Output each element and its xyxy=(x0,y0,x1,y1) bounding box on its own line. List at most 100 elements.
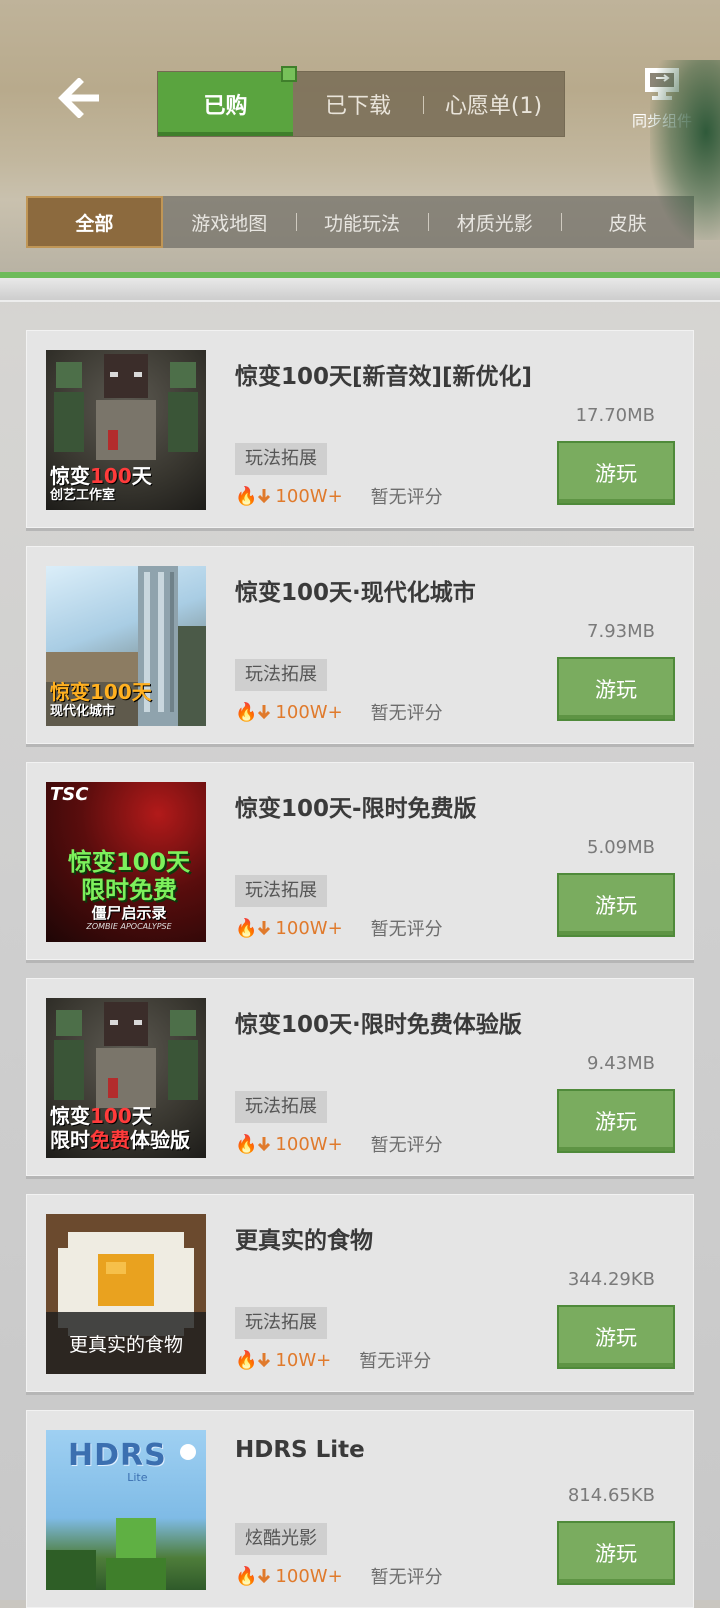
item-stats: 🔥 100W+ 暂无评分 xyxy=(235,1563,443,1589)
item-title: HDRS Lite xyxy=(235,1437,365,1463)
category-tab-textures[interactable]: 材质光影 xyxy=(428,196,561,248)
download-count: 100W+ xyxy=(275,917,343,939)
play-button[interactable]: 游玩 xyxy=(557,1089,675,1153)
thumbnail-caption: 惊变100天 限时免费体验版 xyxy=(50,1104,190,1152)
download-arrow-icon xyxy=(258,1569,271,1584)
item-category-tag: 玩法拓展 xyxy=(235,875,327,907)
thumbnail-brand: TSC xyxy=(50,784,89,805)
download-count: 100W+ xyxy=(275,701,343,723)
tab-divider xyxy=(428,213,430,231)
rating-text: 暂无评分 xyxy=(370,487,443,508)
item-title: 惊变100天·限时免费体验版 xyxy=(235,1012,522,1038)
category-tab-label: 材质光影 xyxy=(456,212,533,235)
category-tab-gameplay[interactable]: 功能玩法 xyxy=(295,196,429,248)
item-stats: 🔥 100W+ 暂无评分 xyxy=(235,1131,443,1157)
rating-text: 暂无评分 xyxy=(370,919,443,940)
item-category-tag: 玩法拓展 xyxy=(235,1091,327,1123)
tab-divider xyxy=(295,213,297,231)
item-file-size: 17.70MB xyxy=(575,405,655,426)
rating-text: 暂无评分 xyxy=(370,703,443,724)
header-divider xyxy=(0,278,720,302)
category-tab-label: 游戏地图 xyxy=(191,212,268,235)
item-category-tag: 玩法拓展 xyxy=(235,443,327,475)
sync-components-button[interactable]: 同步组件 xyxy=(622,66,702,132)
category-tab-label: 功能玩法 xyxy=(323,212,400,235)
play-button[interactable]: 游玩 xyxy=(557,873,675,937)
item-category-tag: 玩法拓展 xyxy=(235,1307,327,1339)
sync-components-label: 同步组件 xyxy=(631,112,692,130)
play-button[interactable]: 游玩 xyxy=(557,1305,675,1369)
download-count: 100W+ xyxy=(275,1133,343,1155)
thumbnail-caption: 更真实的食物 xyxy=(68,1333,183,1356)
rating-text: 暂无评分 xyxy=(370,1567,443,1588)
category-tab-label: 皮肤 xyxy=(608,212,647,235)
fire-icon: 🔥 xyxy=(235,1349,258,1371)
back-button[interactable] xyxy=(50,70,110,126)
item-title: 惊变100天-限时免费版 xyxy=(235,796,477,822)
list-item[interactable]: 更真实的食物 更真实的食物 344.29KB 玩法拓展 🔥 10W+ 暂无评分 … xyxy=(26,1194,694,1392)
item-thumbnail: 惊变100天 创艺工作室 xyxy=(46,350,206,510)
download-arrow-icon xyxy=(258,705,271,720)
tab-divider xyxy=(423,96,424,114)
download-arrow-icon xyxy=(258,489,271,504)
tab-purchased-label: 已购 xyxy=(203,94,248,119)
fire-icon: 🔥 xyxy=(235,917,258,939)
tab-divider xyxy=(561,213,563,231)
item-thumbnail: 惊变100天 现代化城市 xyxy=(46,566,206,726)
rating-text: 暂无评分 xyxy=(370,1135,443,1156)
download-arrow-icon xyxy=(258,1353,271,1368)
play-button[interactable]: 游玩 xyxy=(557,657,675,721)
item-thumbnail: 惊变100天 限时免费体验版 xyxy=(46,998,206,1158)
thumbnail-caption: 惊变100天 创艺工作室 xyxy=(50,464,152,503)
tab-wishlist-label: 心愿单(1) xyxy=(444,94,543,119)
item-title: 惊变100天·现代化城市 xyxy=(235,580,476,606)
sync-monitor-icon xyxy=(645,68,679,100)
tab-downloaded[interactable]: 已下载 xyxy=(293,72,423,136)
item-title: 惊变100天[新音效][新优化] xyxy=(235,364,533,390)
item-category-tag: 玩法拓展 xyxy=(235,659,327,691)
download-count: 100W+ xyxy=(275,1565,343,1587)
list-item[interactable]: 惊变100天 创艺工作室 惊变100天[新音效][新优化] 17.70MB 玩法… xyxy=(26,330,694,528)
fire-icon: 🔥 xyxy=(235,1565,258,1587)
item-file-size: 9.43MB xyxy=(587,1053,655,1074)
fire-icon: 🔥 xyxy=(235,485,258,507)
tab-purchased[interactable]: 已购 xyxy=(158,66,297,136)
download-arrow-icon xyxy=(258,1137,271,1152)
play-button[interactable]: 游玩 xyxy=(557,441,675,505)
thumbnail-caption: 惊变100天 限时免费 僵尸启示录 ZOMBIE APOCALYPSE xyxy=(67,848,191,931)
top-tab-bar: 已购 已下载 心愿单(1) xyxy=(157,66,565,137)
tab-wishlist[interactable]: 心愿单(1) xyxy=(423,72,564,136)
rating-text: 暂无评分 xyxy=(359,1351,432,1372)
list-item[interactable]: HDRS Lite HDRS Lite 814.65KB 炫酷光影 🔥 100W… xyxy=(26,1410,694,1608)
category-tab-game-maps[interactable]: 游戏地图 xyxy=(163,196,296,248)
back-arrow-icon xyxy=(58,78,99,118)
item-file-size: 5.09MB xyxy=(587,837,655,858)
list-item[interactable]: 惊变100天 限时免费体验版 惊变100天·限时免费体验版 9.43MB 玩法拓… xyxy=(26,978,694,1176)
play-button[interactable]: 游玩 xyxy=(557,1521,675,1585)
category-tab-skins[interactable]: 皮肤 xyxy=(561,196,694,248)
download-count: 100W+ xyxy=(275,485,343,507)
item-stats: 🔥 100W+ 暂无评分 xyxy=(235,915,443,941)
thumbnail-caption-bar: 更真实的食物 xyxy=(46,1312,206,1374)
item-stats: 🔥 10W+ 暂无评分 xyxy=(235,1347,431,1373)
item-stats: 🔥 100W+ 暂无评分 xyxy=(235,483,443,509)
item-thumbnail: TSC 惊变100天 限时免费 僵尸启示录 ZOMBIE APOCALYPSE xyxy=(46,782,206,942)
list-item[interactable]: 惊变100天 现代化城市 惊变100天·现代化城市 7.93MB 玩法拓展 🔥 … xyxy=(26,546,694,744)
thumbnail-caption: 惊变100天 现代化城市 xyxy=(50,680,152,719)
list-item[interactable]: TSC 惊变100天 限时免费 僵尸启示录 ZOMBIE APOCALYPSE … xyxy=(26,762,694,960)
download-arrow-icon xyxy=(258,921,271,936)
fire-icon: 🔥 xyxy=(235,701,258,723)
thumbnail-caption: HDRS Lite xyxy=(68,1438,167,1484)
item-file-size: 344.29KB xyxy=(567,1269,655,1290)
item-thumbnail: 更真实的食物 xyxy=(46,1214,206,1374)
item-category-tag: 炫酷光影 xyxy=(235,1523,327,1555)
category-tab-all[interactable]: 全部 xyxy=(26,196,163,248)
fire-icon: 🔥 xyxy=(235,1133,258,1155)
tab-downloaded-label: 已下载 xyxy=(324,94,391,119)
item-title: 更真实的食物 xyxy=(235,1228,373,1254)
category-tab-bar: 全部 游戏地图 功能玩法 材质光影 皮肤 xyxy=(26,196,694,248)
item-file-size: 7.93MB xyxy=(587,621,655,642)
item-file-size: 814.65KB xyxy=(567,1485,655,1506)
download-count: 10W+ xyxy=(275,1349,332,1371)
item-stats: 🔥 100W+ 暂无评分 xyxy=(235,699,443,725)
